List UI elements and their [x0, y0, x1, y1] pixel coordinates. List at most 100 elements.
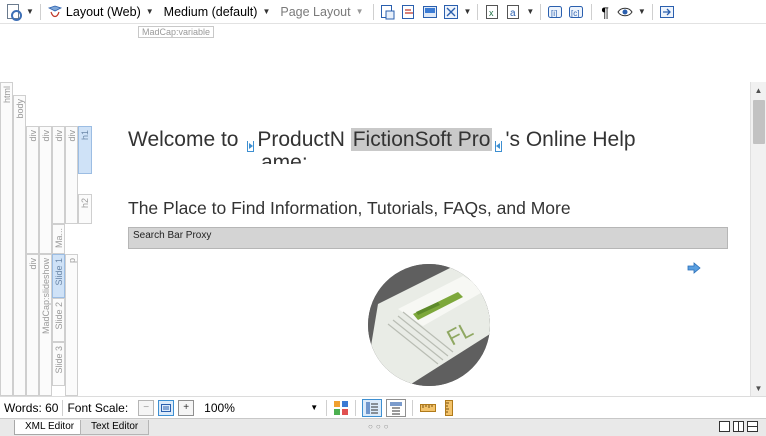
tab-xml-editor-label: XML Editor	[25, 421, 75, 432]
toolbar-divider	[591, 3, 593, 20]
ruler-icon	[420, 403, 437, 412]
scroll-down-arrow-icon[interactable]: ▼	[751, 380, 766, 396]
word-count: Words: 60	[4, 400, 59, 415]
status-divider	[355, 399, 357, 416]
toolbar-divider	[39, 3, 41, 20]
text-format-button[interactable]: a	[503, 2, 523, 22]
vertical-scrollbar[interactable]: ▲ ▼	[750, 82, 766, 396]
medium-dropdown[interactable]: Medium (default) ▼	[159, 2, 275, 22]
insert-snippet-button[interactable]: [c]	[566, 2, 586, 22]
page-layout-dropdown[interactable]: Page Layout ▼	[275, 2, 367, 22]
structure-bar-slide-3[interactable]: Slide 3	[52, 342, 65, 386]
structure-bar-body[interactable]: body	[13, 95, 26, 396]
single-view-icon[interactable]	[719, 421, 730, 432]
layout-dropdown-caret: ▼	[145, 7, 154, 16]
horizontal-ruler-button[interactable]	[419, 400, 437, 416]
structure-bar-madcap[interactable]: Ma...	[52, 224, 65, 254]
search-bar-proxy-label: Search Bar Proxy	[133, 230, 212, 241]
insert-button[interactable]	[657, 2, 677, 22]
zoom-select[interactable]: 100% ▼	[200, 399, 322, 416]
font-scale-decrease-button[interactable]: −	[138, 399, 155, 416]
image-icon	[422, 4, 438, 20]
variable-icon: [i]	[547, 4, 563, 20]
search-bar-proxy[interactable]: Search Bar Proxy	[128, 227, 728, 249]
medium-dropdown-caret: ▼	[262, 7, 271, 16]
preview-button[interactable]	[3, 2, 23, 22]
text-format-dropdown-caret[interactable]: ▼	[526, 7, 534, 16]
span-bars-icon	[390, 401, 403, 414]
medium-label: Medium (default)	[163, 4, 258, 19]
font-scale-label: Font Scale:	[67, 400, 129, 415]
zoom-dropdown-caret-icon: ▼	[310, 403, 319, 412]
split-horizontal-icon[interactable]	[747, 421, 758, 432]
excel-icon: x	[484, 4, 500, 20]
structure-bar-h2[interactable]: h2	[78, 194, 92, 224]
heading-prefix: Welcome to	[128, 128, 239, 151]
structure-bar-div[interactable]: div	[26, 254, 39, 396]
vertical-ruler-button[interactable]	[441, 399, 457, 416]
snippet-icon: [c]	[568, 4, 584, 20]
toolbar-divider	[651, 3, 653, 20]
editor-tabs-bar: XML Editor Text Editor ○○○	[0, 418, 766, 436]
status-divider	[412, 399, 414, 416]
show-changes-button[interactable]	[399, 2, 419, 22]
structure-bar-div[interactable]: div	[52, 126, 65, 224]
tab-xml-editor[interactable]: XML Editor	[14, 420, 86, 435]
split-vertical-icon[interactable]	[733, 421, 744, 432]
insert-variable-button[interactable]: [i]	[545, 2, 565, 22]
layout-mode-label: Layout (Web)	[65, 4, 141, 19]
splitter-handle-icon[interactable]: ○○○	[368, 422, 392, 431]
layout-mode-button[interactable]: Layout (Web) ▼	[45, 2, 158, 22]
scroll-up-arrow-icon[interactable]: ▲	[751, 82, 766, 98]
color-view-button[interactable]	[333, 400, 349, 416]
conditions-icon	[443, 4, 459, 20]
structure-bar-slide-1[interactable]: Slide 1	[52, 254, 65, 298]
heading-clipped-text: ame;	[261, 152, 308, 164]
changes-icon	[401, 4, 417, 20]
variable-value[interactable]: FictionSoft Pro	[350, 128, 493, 151]
show-images-button[interactable]	[420, 2, 440, 22]
structure-bar-slideshow[interactable]: MadCap:slideshow	[39, 254, 52, 396]
editor-toolbar: ▼ Layout (Web) ▼ Medium (default) ▼ Page…	[0, 0, 766, 24]
pilcrow-icon: ¶	[601, 3, 609, 20]
reset-scale-icon	[161, 403, 172, 412]
structure-bar-h1[interactable]: h1	[78, 126, 92, 174]
visibility-dropdown-caret[interactable]: ▼	[638, 7, 646, 16]
status-divider	[62, 399, 64, 416]
page-layout-label: Page Layout	[280, 4, 351, 19]
show-tags-button[interactable]	[378, 2, 398, 22]
font-scale-increase-button[interactable]: +	[178, 399, 195, 416]
editor-content-area[interactable]: Welcome to ProductN FictionSoft Pro 's On…	[118, 82, 750, 396]
structure-bar-div[interactable]: div	[26, 126, 39, 254]
page-heading[interactable]: Welcome to ProductN FictionSoft Pro 's On…	[128, 128, 636, 152]
variable-name: ProductN	[257, 128, 345, 151]
show-marks-button[interactable]: ¶	[596, 2, 614, 22]
vertical-ruler-icon	[445, 399, 454, 416]
structure-bar-slide-2[interactable]: Slide 2	[52, 298, 65, 342]
next-slide-arrow-icon[interactable]	[687, 262, 701, 274]
show-structure-bars-button[interactable]	[362, 398, 383, 417]
eye-icon	[617, 4, 633, 20]
show-conditions-button[interactable]	[441, 2, 461, 22]
excel-button[interactable]: x	[482, 2, 502, 22]
structure-bar-div[interactable]: div	[65, 126, 78, 224]
preview-icon	[7, 4, 22, 21]
svg-text:[c]: [c]	[571, 9, 579, 18]
show-span-bars-button[interactable]	[386, 398, 407, 417]
font-scale-reset-button[interactable]	[158, 399, 175, 416]
page-subheading[interactable]: The Place to Find Information, Tutorials…	[128, 198, 571, 219]
tab-text-editor[interactable]: Text Editor	[80, 420, 150, 435]
zoom-value: 100%	[204, 400, 235, 415]
structure-bar-p[interactable]: p	[65, 254, 78, 396]
preview-dropdown-caret[interactable]: ▼	[26, 7, 34, 16]
structure-bar-div[interactable]: div	[39, 126, 52, 254]
structure-bar-html[interactable]: html	[0, 82, 13, 396]
toolbar-divider	[372, 3, 374, 20]
heading-suffix: 's Online Help	[505, 128, 636, 151]
conditions-dropdown-caret[interactable]: ▼	[464, 7, 472, 16]
visibility-button[interactable]	[615, 2, 635, 22]
scrollbar-thumb[interactable]	[753, 100, 765, 144]
slide-image: FL	[368, 264, 490, 386]
svg-text:[i]: [i]	[551, 9, 557, 18]
plus-icon: +	[183, 402, 190, 413]
